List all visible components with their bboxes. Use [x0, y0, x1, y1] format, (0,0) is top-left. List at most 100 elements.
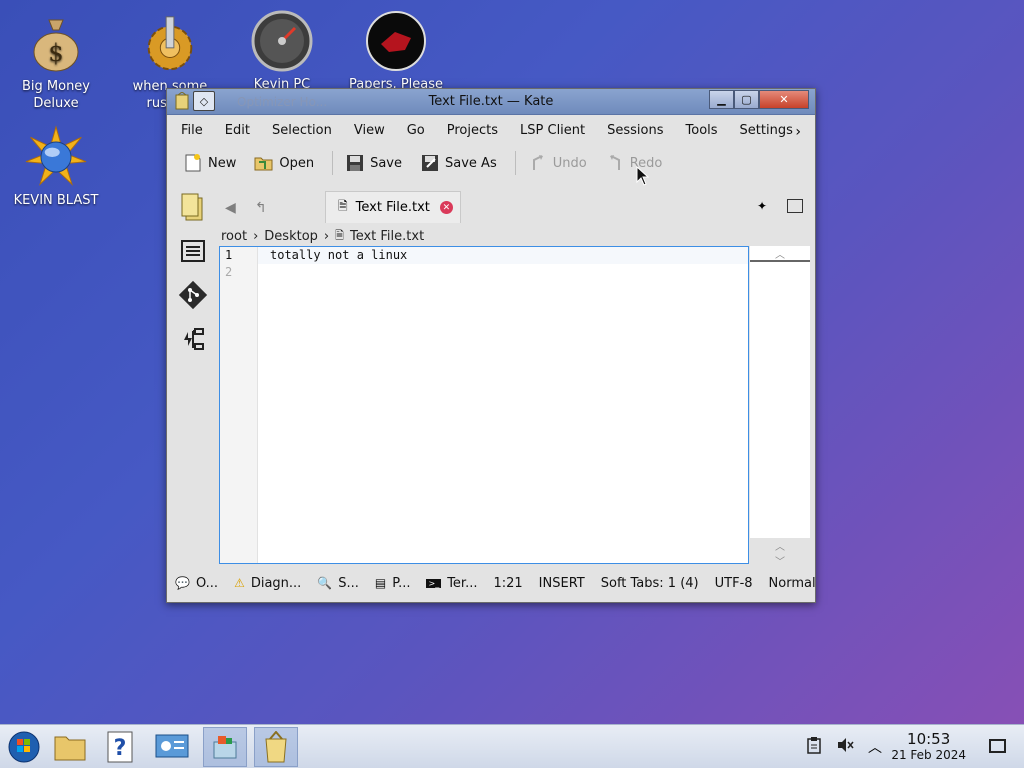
- minimap-scrollbar[interactable]: ︿ ︿ ﹀: [750, 246, 810, 568]
- open-folder-icon: [254, 153, 274, 173]
- taskbar-system-settings[interactable]: [150, 727, 194, 767]
- redo-button[interactable]: Redo: [605, 153, 662, 173]
- scroll-up-icon[interactable]: ︿: [750, 246, 810, 261]
- save-button[interactable]: Save: [345, 153, 402, 173]
- list-icon: [181, 240, 205, 262]
- document-outline-button[interactable]: [175, 233, 211, 269]
- forward-history-icon[interactable]: ↰: [255, 200, 267, 216]
- gauge-icon: [251, 10, 313, 72]
- open-button[interactable]: Open: [254, 153, 314, 173]
- save-as-button[interactable]: Save As: [420, 153, 497, 173]
- start-orb-icon: [8, 731, 40, 763]
- maximize-button[interactable]: ▢: [734, 90, 759, 109]
- new-button[interactable]: New: [183, 153, 236, 173]
- taskbar-optimizer[interactable]: [203, 727, 247, 767]
- file-icon: 🗎: [335, 229, 344, 242]
- chevron-up-icon[interactable]: ︿: [868, 737, 882, 757]
- search-icon: 🔍: [317, 576, 333, 590]
- code-line: totally not a linux: [270, 248, 408, 262]
- git-panel-button[interactable]: [175, 277, 211, 313]
- pin-tab-icon[interactable]: ✦: [757, 199, 767, 213]
- line-number: 2: [225, 265, 233, 279]
- clipboard-icon[interactable]: [806, 736, 822, 758]
- title-bar[interactable]: ◇ Optimizer Ho... Text File.txt — Kate ▁…: [167, 89, 815, 115]
- undo-icon: [528, 153, 548, 173]
- menu-projects[interactable]: Projects: [447, 123, 498, 138]
- menu-lsp-client[interactable]: LSP Client: [520, 123, 585, 138]
- symbols-panel-button[interactable]: [175, 321, 211, 357]
- volume-muted-icon[interactable]: [836, 736, 854, 758]
- desktop-icon-big-money[interactable]: $ Big Money Deluxe: [6, 12, 106, 112]
- menu-go[interactable]: Go: [407, 123, 425, 138]
- system-tray: ︿: [806, 725, 882, 768]
- taskbar-help[interactable]: ?: [98, 727, 142, 767]
- edit-mode[interactable]: INSERT: [539, 576, 585, 591]
- minimize-button[interactable]: ▁: [709, 90, 734, 109]
- taskbar-file-manager[interactable]: [48, 727, 92, 767]
- undo-button[interactable]: Undo: [528, 153, 587, 173]
- menu-tools[interactable]: Tools: [686, 123, 718, 138]
- papers-please-icon: [365, 10, 427, 72]
- projects-panel-button[interactable]: ▤ P...: [375, 576, 411, 591]
- indentation-setting[interactable]: Soft Tabs: 1 (4): [601, 576, 699, 591]
- show-desktop-button[interactable]: [989, 739, 1006, 753]
- save-as-label: Save As: [445, 155, 497, 171]
- breadcrumb-root[interactable]: root: [221, 229, 247, 244]
- toolbar-separator: [514, 151, 516, 175]
- tab-text-file[interactable]: 🗎 Text File.txt ✕: [325, 191, 461, 223]
- menu-edit[interactable]: Edit: [225, 123, 250, 138]
- terminal-icon: >_: [426, 578, 442, 588]
- start-button[interactable]: [2, 727, 46, 767]
- clock[interactable]: 10:53 21 Feb 2024: [891, 730, 966, 762]
- desktop-icon-label: KEVIN BLAST: [13, 193, 99, 208]
- minimap-viewport[interactable]: [750, 260, 810, 262]
- menu-settings[interactable]: Settings: [740, 123, 793, 138]
- menu-overflow-button[interactable]: ›: [795, 124, 801, 140]
- kate-app-icon: [265, 731, 287, 763]
- tab-label: Text File.txt: [355, 200, 430, 215]
- encoding-setting[interactable]: UTF-8: [715, 576, 753, 591]
- desktop-icon-kevin-blast[interactable]: KEVIN BLAST: [6, 125, 106, 209]
- status-bar: 💬 O... ⚠ Diagn... 🔍 S... ▤ P... >_ Ter... 1:2…: [175, 571, 816, 595]
- input-mode-setting[interactable]: Normal: [769, 576, 816, 591]
- menu-file[interactable]: File: [181, 123, 203, 138]
- search-panel-button[interactable]: 🔍 S...: [317, 576, 359, 591]
- warning-icon: ⚠: [234, 576, 245, 590]
- documents-panel-button[interactable]: [175, 189, 211, 225]
- terminal-panel-button[interactable]: >_ Ter...: [426, 576, 477, 591]
- new-document-icon: [183, 153, 203, 173]
- save-as-icon: [420, 153, 440, 173]
- optimizer-icon: [213, 736, 237, 759]
- desktop-icon-papers-please[interactable]: Papers, Please: [346, 10, 446, 93]
- back-arrow-icon[interactable]: ◀: [225, 200, 236, 216]
- close-button[interactable]: ✕: [759, 90, 809, 109]
- chevron-right-icon: ›: [253, 229, 259, 244]
- split-view-icon[interactable]: [787, 199, 803, 213]
- cursor-position[interactable]: 1:21: [493, 576, 522, 591]
- folder-icon: [54, 736, 86, 761]
- toolbar-separator: [332, 151, 334, 175]
- breadcrumb-desktop[interactable]: Desktop: [264, 229, 318, 244]
- gear-icon: [139, 12, 201, 74]
- save-icon: [345, 153, 365, 173]
- output-panel-button[interactable]: 💬 O...: [175, 576, 218, 591]
- menu-sessions[interactable]: Sessions: [607, 123, 663, 138]
- svg-text:?: ?: [114, 736, 127, 761]
- taskbar-kate[interactable]: [254, 727, 298, 767]
- hierarchy-icon: [184, 328, 204, 350]
- menu-selection[interactable]: Selection: [272, 123, 332, 138]
- editor-content[interactable]: totally not a linux: [270, 247, 407, 264]
- line-number-gutter[interactable]: 1 2: [220, 247, 258, 563]
- diagnostics-panel-button[interactable]: ⚠ Diagn...: [234, 576, 301, 591]
- breadcrumb-file[interactable]: Text File.txt: [350, 229, 424, 244]
- close-tab-icon[interactable]: ✕: [439, 201, 453, 214]
- scroll-down-icon[interactable]: ︿ ﹀: [750, 538, 810, 568]
- documents-icon: [181, 193, 203, 221]
- menu-view[interactable]: View: [354, 123, 385, 138]
- chevron-right-icon: ›: [323, 229, 330, 244]
- globe-burst-icon: [25, 125, 87, 188]
- desktop-icon-kevin-pc[interactable]: Kevin PC: [232, 10, 332, 93]
- text-editor[interactable]: 1 2 totally not a linux: [219, 246, 749, 564]
- undo-label: Undo: [552, 155, 587, 171]
- money-bag-icon: $: [25, 12, 87, 74]
